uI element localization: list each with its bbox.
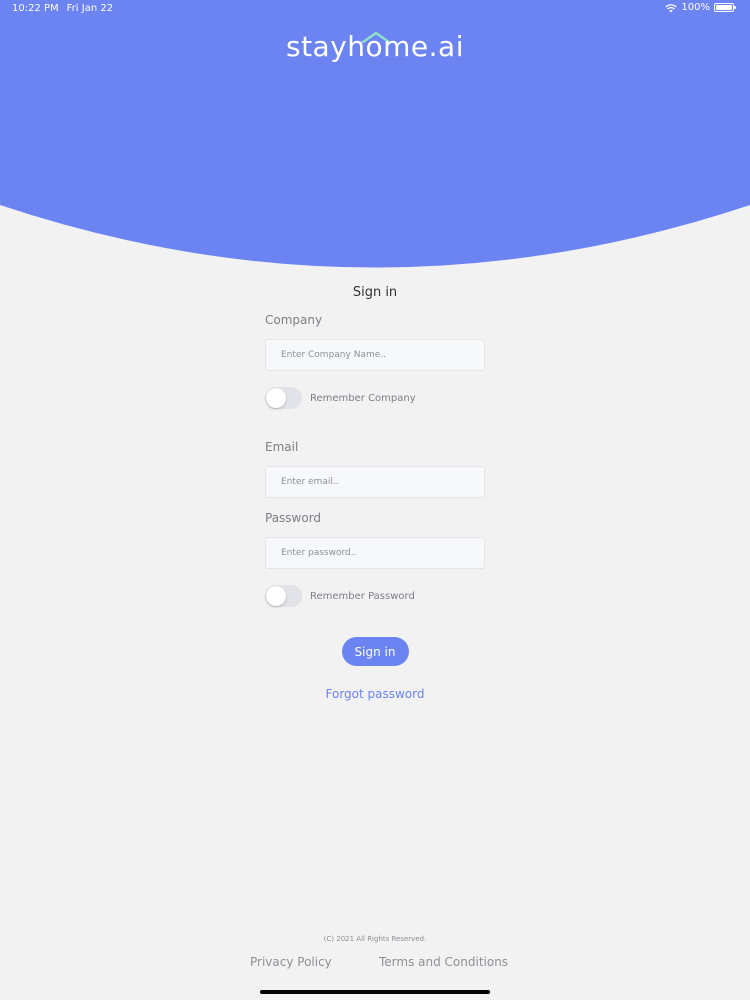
privacy-policy-link[interactable]: Privacy Policy <box>250 955 332 969</box>
copyright-text: (C) 2021 All Rights Reserved. <box>323 935 427 943</box>
toggle-knob <box>266 388 286 408</box>
battery-icon <box>714 3 736 12</box>
status-bar: 10:22 PM Fri Jan 22 100% <box>0 0 750 18</box>
remember-password-label: Remember Password <box>310 590 415 602</box>
form-title: Sign in <box>352 285 398 300</box>
brand-logo: stayhome.ai <box>285 30 464 63</box>
password-label: Password <box>265 511 322 525</box>
toggle-knob <box>266 586 286 606</box>
remember-company-label: Remember Company <box>310 392 416 404</box>
status-time: 10:22 PM <box>12 3 59 14</box>
home-indicator[interactable] <box>260 990 490 994</box>
remember-password-toggle[interactable] <box>265 585 302 607</box>
remember-company-row: Remember Company <box>265 387 485 409</box>
email-input[interactable] <box>265 466 485 498</box>
company-input[interactable] <box>265 339 485 371</box>
password-input[interactable] <box>265 537 485 569</box>
sign-in-button[interactable]: Sign in <box>341 637 409 666</box>
sign-in-screen: 10:22 PM Fri Jan 22 100% stayhome.ai Sig… <box>0 0 750 1000</box>
terms-conditions-link[interactable]: Terms and Conditions <box>379 955 508 969</box>
email-label: Email <box>265 440 299 454</box>
remember-password-row: Remember Password <box>265 585 485 607</box>
sign-in-form: Sign in Company Remember Company Email P… <box>265 284 485 701</box>
forgot-password-link[interactable]: Forgot password <box>265 687 485 701</box>
status-date: Fri Jan 22 <box>66 3 114 14</box>
remember-company-toggle[interactable] <box>265 387 302 409</box>
wifi-icon <box>665 3 678 12</box>
company-label: Company <box>265 313 323 327</box>
battery-percent: 100% <box>681 2 710 13</box>
